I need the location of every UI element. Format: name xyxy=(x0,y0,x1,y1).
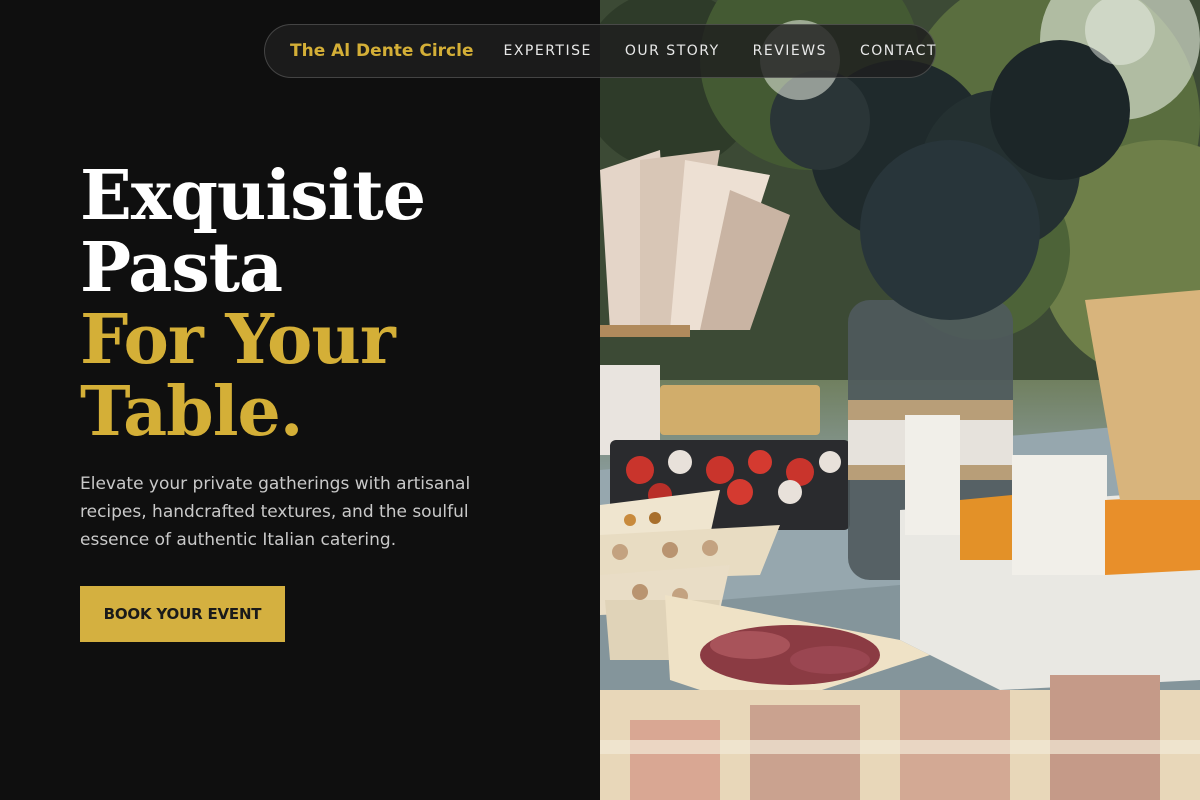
brand-logo-text[interactable]: The Al Dente Circle xyxy=(290,41,474,61)
main-navigation: The Al Dente Circle EXPERTISE OUR STORY … xyxy=(264,24,936,78)
headline-line-1: Exquisite xyxy=(80,156,426,236)
book-event-button[interactable]: BOOK YOUR EVENT xyxy=(80,586,285,642)
headline-line-2: Pasta xyxy=(80,228,283,308)
hero-headline: Exquisite Pasta For Your Table. xyxy=(80,160,580,448)
hero-section: Exquisite Pasta For Your Table. Elevate … xyxy=(0,0,600,800)
catering-table-illustration xyxy=(600,0,1200,800)
nav-link-our-story[interactable]: OUR STORY xyxy=(625,43,720,59)
nav-link-contact[interactable]: CONTACT xyxy=(860,43,937,59)
headline-line-4: Table. xyxy=(80,372,303,452)
headline-line-3: For Your xyxy=(80,300,396,380)
nav-links: EXPERTISE OUR STORY REVIEWS CONTACT xyxy=(504,43,937,59)
nav-link-reviews[interactable]: REVIEWS xyxy=(753,43,827,59)
nav-link-expertise[interactable]: EXPERTISE xyxy=(504,43,592,59)
hero-subtitle: Elevate your private gatherings with art… xyxy=(80,474,471,550)
hero-image xyxy=(600,0,1200,800)
page: Exquisite Pasta For Your Table. Elevate … xyxy=(0,0,1200,800)
